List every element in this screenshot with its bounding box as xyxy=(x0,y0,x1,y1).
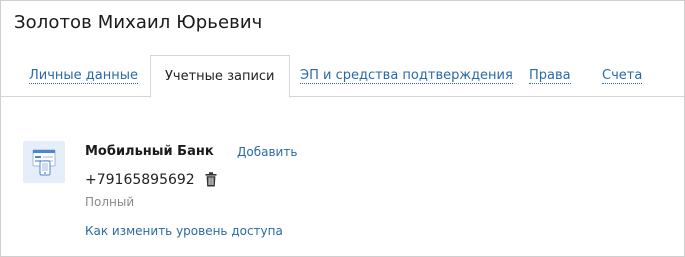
tab-signature-and-confirmation[interactable]: ЭП и средства подтверждения xyxy=(300,55,513,97)
account-panel: Золотов Михаил Юрьевич Личные данные Уче… xyxy=(0,0,685,257)
tab-label: Личные данные xyxy=(29,68,139,84)
phone-number: +79165895692 xyxy=(85,172,195,188)
tab-label: Учетные записи xyxy=(165,69,275,84)
trash-icon[interactable] xyxy=(205,172,217,187)
mobile-bank-icon xyxy=(23,141,65,183)
page-title: Золотов Михаил Юрьевич xyxy=(14,12,263,33)
access-level: Полный xyxy=(85,195,135,209)
tab-accounts[interactable]: Учетные записи xyxy=(150,55,290,98)
tab-rights[interactable]: Права xyxy=(529,55,571,97)
tab-label: Счета xyxy=(602,68,643,84)
tab-personal-data[interactable]: Личные данные xyxy=(29,55,139,97)
add-button[interactable]: Добавить xyxy=(237,145,297,159)
tab-label: ЭП и средства подтверждения xyxy=(300,68,513,84)
tab-bar: Личные данные Учетные записи ЭП и средст… xyxy=(1,55,684,98)
product-name: Мобильный Банк xyxy=(85,144,214,159)
change-access-level-link[interactable]: Как изменить уровень доступа xyxy=(85,224,283,238)
tab-invoices[interactable]: Счета xyxy=(602,55,643,97)
tab-label: Права xyxy=(529,68,571,84)
